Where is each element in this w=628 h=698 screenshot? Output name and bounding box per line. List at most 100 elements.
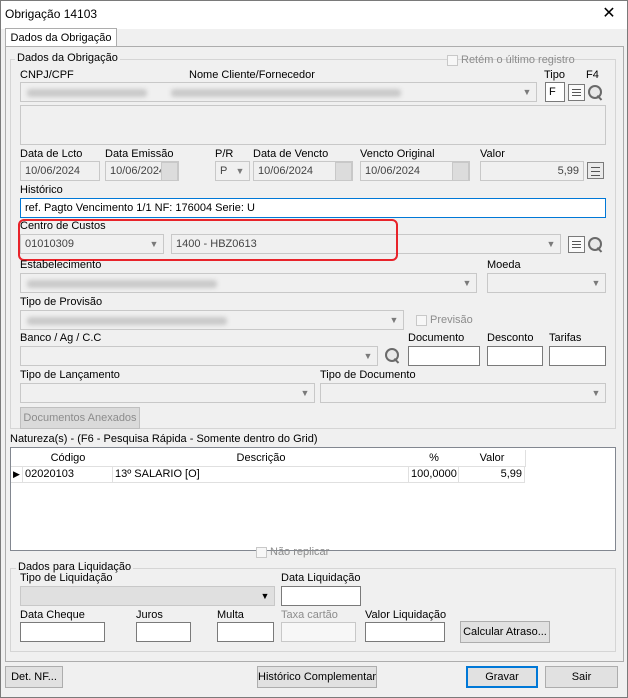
redacted-text bbox=[27, 317, 227, 325]
estabelecimento-combo[interactable]: ▼ bbox=[20, 273, 477, 293]
redacted-text bbox=[27, 280, 217, 288]
chevron-down-icon[interactable]: ▼ bbox=[543, 236, 559, 252]
tipo-provisao-combo[interactable]: ▼ bbox=[20, 310, 404, 330]
data-liquidacao-label: Data Liquidação bbox=[281, 572, 361, 584]
estabelecimento-label: Estabelecimento bbox=[20, 259, 102, 271]
chevron-down-icon[interactable]: ▼ bbox=[360, 348, 376, 364]
search-icon[interactable] bbox=[587, 84, 604, 101]
tipo-documento-combo[interactable]: ▼ bbox=[320, 383, 606, 403]
calcular-atraso-button[interactable]: Calcular Atraso... bbox=[460, 621, 550, 643]
tipo-lancamento-label: Tipo de Lançamento bbox=[20, 369, 120, 381]
chevron-down-icon[interactable]: ▼ bbox=[232, 163, 248, 179]
pr-value: P bbox=[220, 165, 228, 177]
juros-field[interactable] bbox=[136, 622, 191, 642]
data-lcto-field[interactable]: 10/06/2024 bbox=[20, 161, 100, 181]
desconto-label: Desconto bbox=[487, 332, 534, 344]
taxa-cartao-label: Taxa cartão bbox=[281, 609, 338, 621]
det-nf-button[interactable]: Det. NF... bbox=[5, 666, 63, 688]
data-liquidacao-field[interactable] bbox=[281, 586, 361, 606]
cnpj-nome-combo[interactable]: ▼ bbox=[20, 82, 537, 102]
data-lcto-label: Data de Lcto bbox=[20, 148, 83, 160]
retem-ultimo-registro-label: Retém o último registro bbox=[461, 54, 575, 66]
redacted-text bbox=[171, 89, 401, 97]
column-header-descricao[interactable]: Descrição bbox=[113, 450, 410, 467]
tab-panel: Dados da Obrigação Retém o último regist… bbox=[5, 46, 624, 662]
tipo-label: Tipo bbox=[544, 69, 565, 81]
documentos-anexados-button[interactable]: Documentos Anexados bbox=[20, 407, 140, 429]
column-header-percent[interactable]: % bbox=[409, 450, 460, 467]
taxa-cartao-field[interactable] bbox=[281, 622, 356, 642]
historico-complementar-button[interactable]: Histórico Complementar bbox=[257, 666, 377, 688]
redacted-text bbox=[27, 89, 147, 97]
data-emissao-label: Data Emissão bbox=[105, 148, 174, 160]
column-header-valor[interactable]: Valor bbox=[459, 450, 526, 467]
search-icon[interactable] bbox=[384, 347, 401, 364]
data-vencto-label: Data de Vencto bbox=[253, 148, 329, 160]
calendar-icon[interactable] bbox=[161, 162, 178, 181]
centro-custos-highlight bbox=[18, 219, 398, 261]
valor-liquidacao-label: Valor Liquidação bbox=[365, 609, 447, 621]
juros-label: Juros bbox=[136, 609, 163, 621]
tab-dados-da-obrigacao[interactable]: Dados da Obrigação bbox=[5, 28, 117, 47]
chevron-down-icon[interactable]: ▼ bbox=[297, 385, 313, 401]
valor-liquidacao-field[interactable] bbox=[365, 622, 445, 642]
tipo-liquidacao-combo[interactable]: ▼ bbox=[20, 586, 275, 606]
natureza-grid: Código Descrição % Valor ▶ 02020103 13º … bbox=[10, 447, 616, 551]
moeda-combo[interactable]: ▼ bbox=[487, 273, 606, 293]
chevron-down-icon[interactable]: ▼ bbox=[459, 275, 475, 291]
chevron-down-icon[interactable]: ▼ bbox=[257, 588, 273, 604]
list-icon[interactable] bbox=[568, 236, 585, 253]
tipo-field[interactable]: F bbox=[545, 82, 565, 102]
nao-replicar-checkbox[interactable] bbox=[256, 547, 267, 558]
vencto-original-label: Vencto Original bbox=[360, 148, 435, 160]
chevron-down-icon[interactable]: ▼ bbox=[588, 385, 604, 401]
current-row-marker-icon: ▶ bbox=[11, 466, 23, 483]
pr-label: P/R bbox=[215, 148, 234, 160]
chevron-down-icon[interactable]: ▼ bbox=[519, 84, 535, 100]
multa-label: Multa bbox=[217, 609, 244, 621]
tipo-lancamento-combo[interactable]: ▼ bbox=[20, 383, 315, 403]
dados-obrigacao-group-label: Dados da Obrigação bbox=[15, 52, 120, 64]
f4-label: F4 bbox=[586, 69, 599, 81]
multa-field[interactable] bbox=[217, 622, 274, 642]
endereco-box bbox=[20, 105, 606, 145]
data-cheque-label: Data Cheque bbox=[20, 609, 85, 621]
retem-ultimo-registro-checkbox[interactable] bbox=[447, 55, 458, 66]
search-icon[interactable] bbox=[587, 236, 604, 253]
banco-combo[interactable]: ▼ bbox=[20, 346, 378, 366]
gravar-button[interactable]: Gravar bbox=[466, 666, 538, 688]
chevron-down-icon[interactable]: ▼ bbox=[588, 275, 604, 291]
nome-cliente-label: Nome Cliente/Fornecedor bbox=[189, 69, 315, 81]
moeda-label: Moeda bbox=[487, 259, 521, 271]
calendar-icon[interactable] bbox=[335, 162, 352, 181]
cell-descricao[interactable]: 13º SALARIO [O] bbox=[113, 466, 409, 483]
cell-valor[interactable]: 5,99 bbox=[459, 466, 525, 483]
nao-replicar-label: Não replicar bbox=[270, 546, 330, 558]
previsao-label: Previsão bbox=[430, 314, 473, 326]
tipo-documento-label: Tipo de Documento bbox=[320, 369, 416, 381]
list-icon[interactable] bbox=[568, 84, 585, 101]
column-header-codigo[interactable]: Código bbox=[23, 450, 114, 467]
data-cheque-field[interactable] bbox=[20, 622, 105, 642]
historico-field[interactable]: ref. Pagto Vencimento 1/1 NF: 176004 Ser… bbox=[20, 198, 606, 218]
window-title: Obrigação 14103 bbox=[5, 7, 98, 21]
cell-codigo[interactable]: 02020103 bbox=[23, 466, 113, 483]
pr-combo[interactable]: P ▼ bbox=[215, 161, 250, 181]
previsao-checkbox[interactable] bbox=[416, 315, 427, 326]
chevron-down-icon[interactable]: ▼ bbox=[386, 312, 402, 328]
historico-label: Histórico bbox=[20, 184, 63, 196]
desconto-field[interactable] bbox=[487, 346, 543, 366]
tarifas-field[interactable] bbox=[549, 346, 606, 366]
calendar-icon[interactable] bbox=[452, 162, 469, 181]
close-icon[interactable]: ✕ bbox=[599, 4, 619, 24]
valor-field[interactable]: 5,99 bbox=[480, 161, 584, 181]
sair-button[interactable]: Sair bbox=[545, 666, 618, 688]
cell-percent[interactable]: 100,0000 bbox=[409, 466, 459, 483]
documento-field[interactable] bbox=[408, 346, 480, 366]
tipo-provisao-label: Tipo de Provisão bbox=[20, 296, 103, 308]
natureza-title: Natureza(s) - (F6 - Pesquisa Rápida - So… bbox=[10, 433, 318, 445]
calculator-icon[interactable] bbox=[587, 162, 604, 179]
title-bar: Obrigação 14103 ✕ bbox=[1, 1, 627, 29]
valor-label: Valor bbox=[480, 148, 505, 160]
documento-label: Documento bbox=[408, 332, 465, 344]
